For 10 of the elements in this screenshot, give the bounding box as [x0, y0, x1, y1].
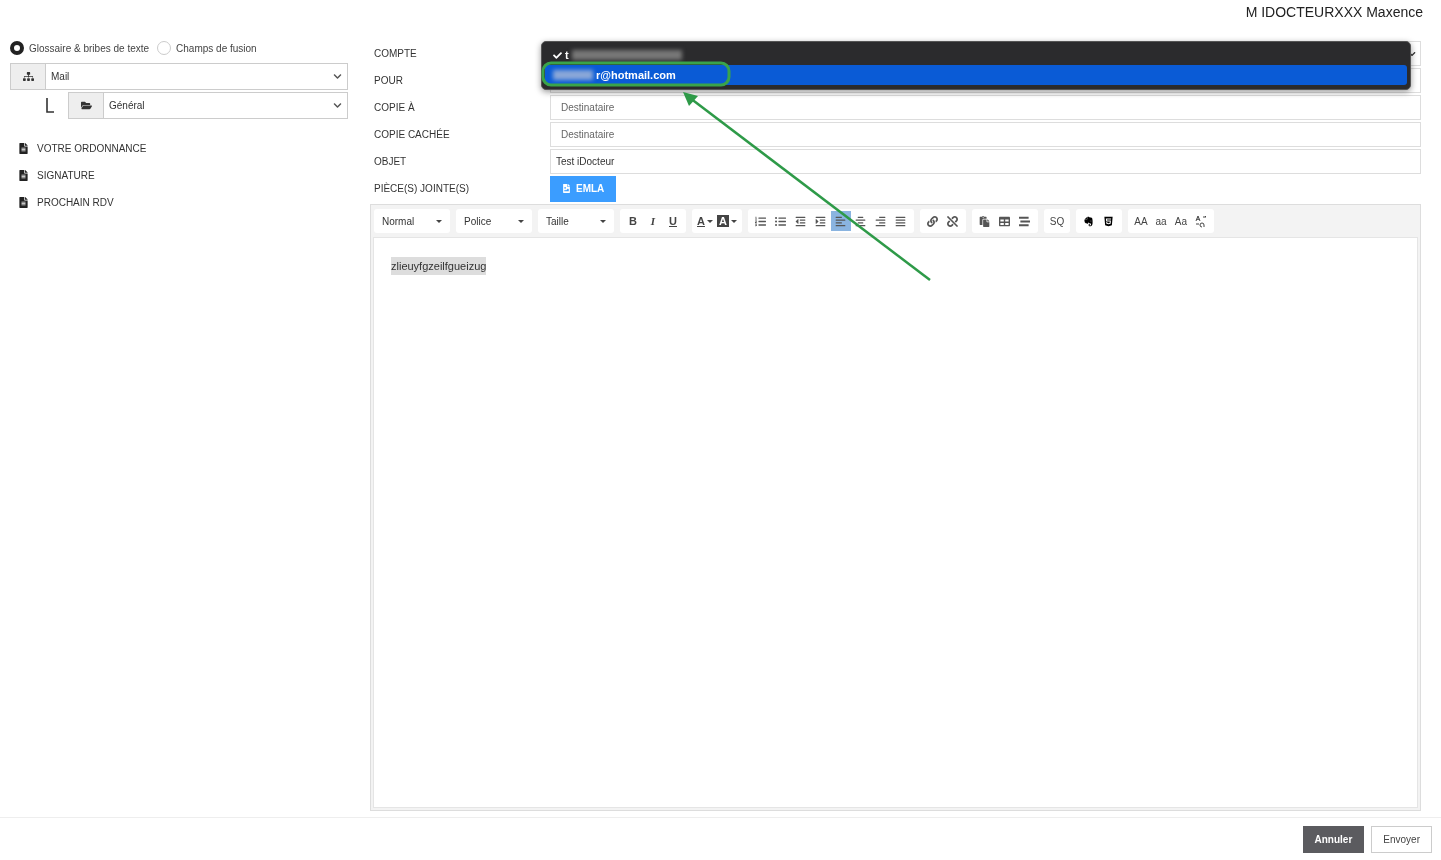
field-label: COMPTE	[373, 48, 418, 59]
field-label: POUR	[373, 75, 404, 86]
field-label: COPIE CACHÉE	[373, 129, 451, 140]
field-label: PIÈCE(S) JOINTE(S)	[373, 183, 470, 194]
user-name: M IDOCTEURXXX Maxence	[1245, 4, 1423, 20]
editor-text: zlieuyfgzeilfgueizug	[391, 257, 487, 275]
radio-label: Champs de fusion	[176, 42, 257, 54]
radio-label: Glossaire & bribes de texte	[29, 42, 150, 54]
field-label: COPIE À	[373, 102, 416, 113]
field-label: OBJET	[373, 156, 408, 167]
